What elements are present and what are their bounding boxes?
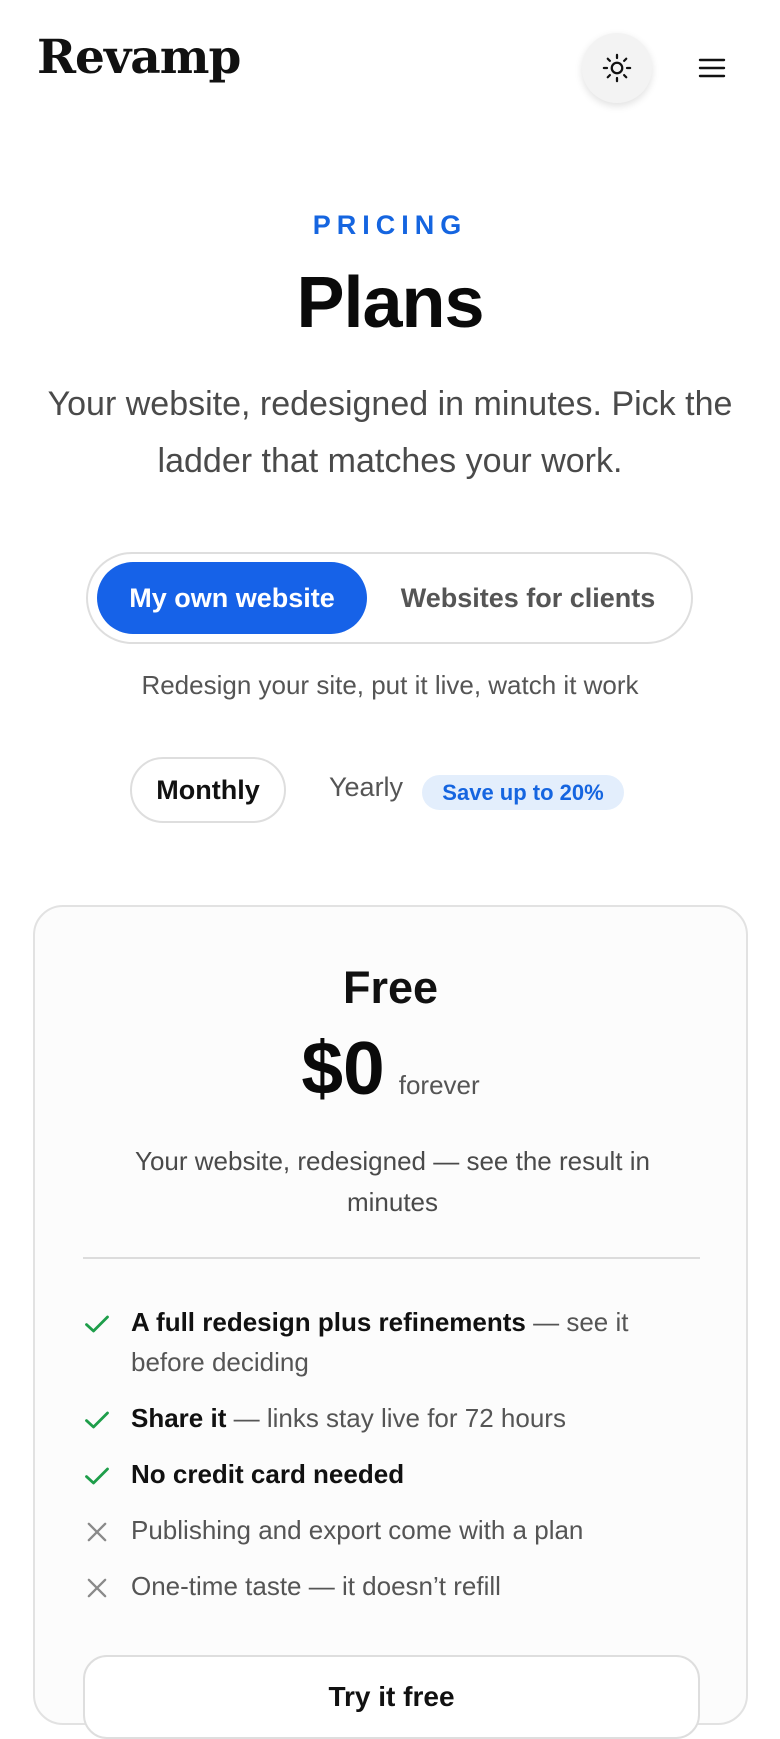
- price-row: $0 forever: [35, 1025, 746, 1111]
- feature-detail: One-time taste — it doesn’t refill: [131, 1571, 501, 1601]
- cross-icon: [87, 1578, 107, 1598]
- check-icon: [85, 1411, 109, 1429]
- top-header: Revamp: [0, 0, 780, 135]
- cross-icon: [87, 1522, 107, 1542]
- check-icon: [85, 1467, 109, 1485]
- billing-monthly-button[interactable]: Monthly: [130, 757, 286, 823]
- list-item: One-time taste — it doesn’t refill: [83, 1566, 700, 1606]
- feature-detail: — links stay live for 72 hours: [226, 1403, 566, 1433]
- check-icon: [85, 1315, 109, 1333]
- plan-description: Your website, redesigned — see the resul…: [134, 1146, 650, 1217]
- theme-toggle-button[interactable]: [582, 33, 652, 103]
- brand-logo[interactable]: Revamp: [37, 30, 241, 85]
- feature-list: A full redesign plus refinements — see i…: [83, 1302, 700, 1622]
- feature-highlight: Share it: [131, 1403, 227, 1433]
- billing-yearly-button[interactable]: Yearly: [329, 772, 403, 803]
- plan-price: $0: [301, 1026, 385, 1110]
- tab-my-own-website[interactable]: My own website: [97, 562, 367, 634]
- list-item: No credit card needed: [83, 1454, 700, 1494]
- audience-toggle: My own website Websites for clients: [86, 552, 693, 644]
- feature-highlight: A full redesign plus refinements: [131, 1307, 526, 1337]
- tab-websites-for-clients[interactable]: Websites for clients: [378, 562, 678, 634]
- try-free-button[interactable]: Try it free: [83, 1655, 700, 1739]
- hamburger-menu-icon: [698, 58, 726, 78]
- list-item: Share it — links stay live for 72 hours: [83, 1398, 700, 1438]
- section-eyebrow: PRICING: [312, 210, 468, 240]
- feature-detail: Publishing and export come with a plan: [131, 1515, 584, 1545]
- page-subtitle: Your website, redesigned in minutes. Pic…: [47, 385, 733, 480]
- save-badge: Save up to 20%: [422, 775, 624, 810]
- plan-card-free: Free $0 forever Your website, redesigned …: [33, 905, 748, 1739]
- list-item: Publishing and export come with a plan: [83, 1510, 700, 1550]
- feature-highlight: No credit card needed: [131, 1459, 405, 1489]
- divider: [83, 1257, 700, 1259]
- plan-name: Free: [342, 962, 439, 1013]
- page-title: Plans: [296, 263, 484, 343]
- menu-button[interactable]: [688, 46, 736, 90]
- plan-period: forever: [398, 1070, 480, 1100]
- sun-icon: [602, 53, 632, 83]
- audience-caption: Redesign your site, put it live, watch i…: [141, 670, 639, 700]
- list-item: A full redesign plus refinements — see i…: [83, 1302, 700, 1382]
